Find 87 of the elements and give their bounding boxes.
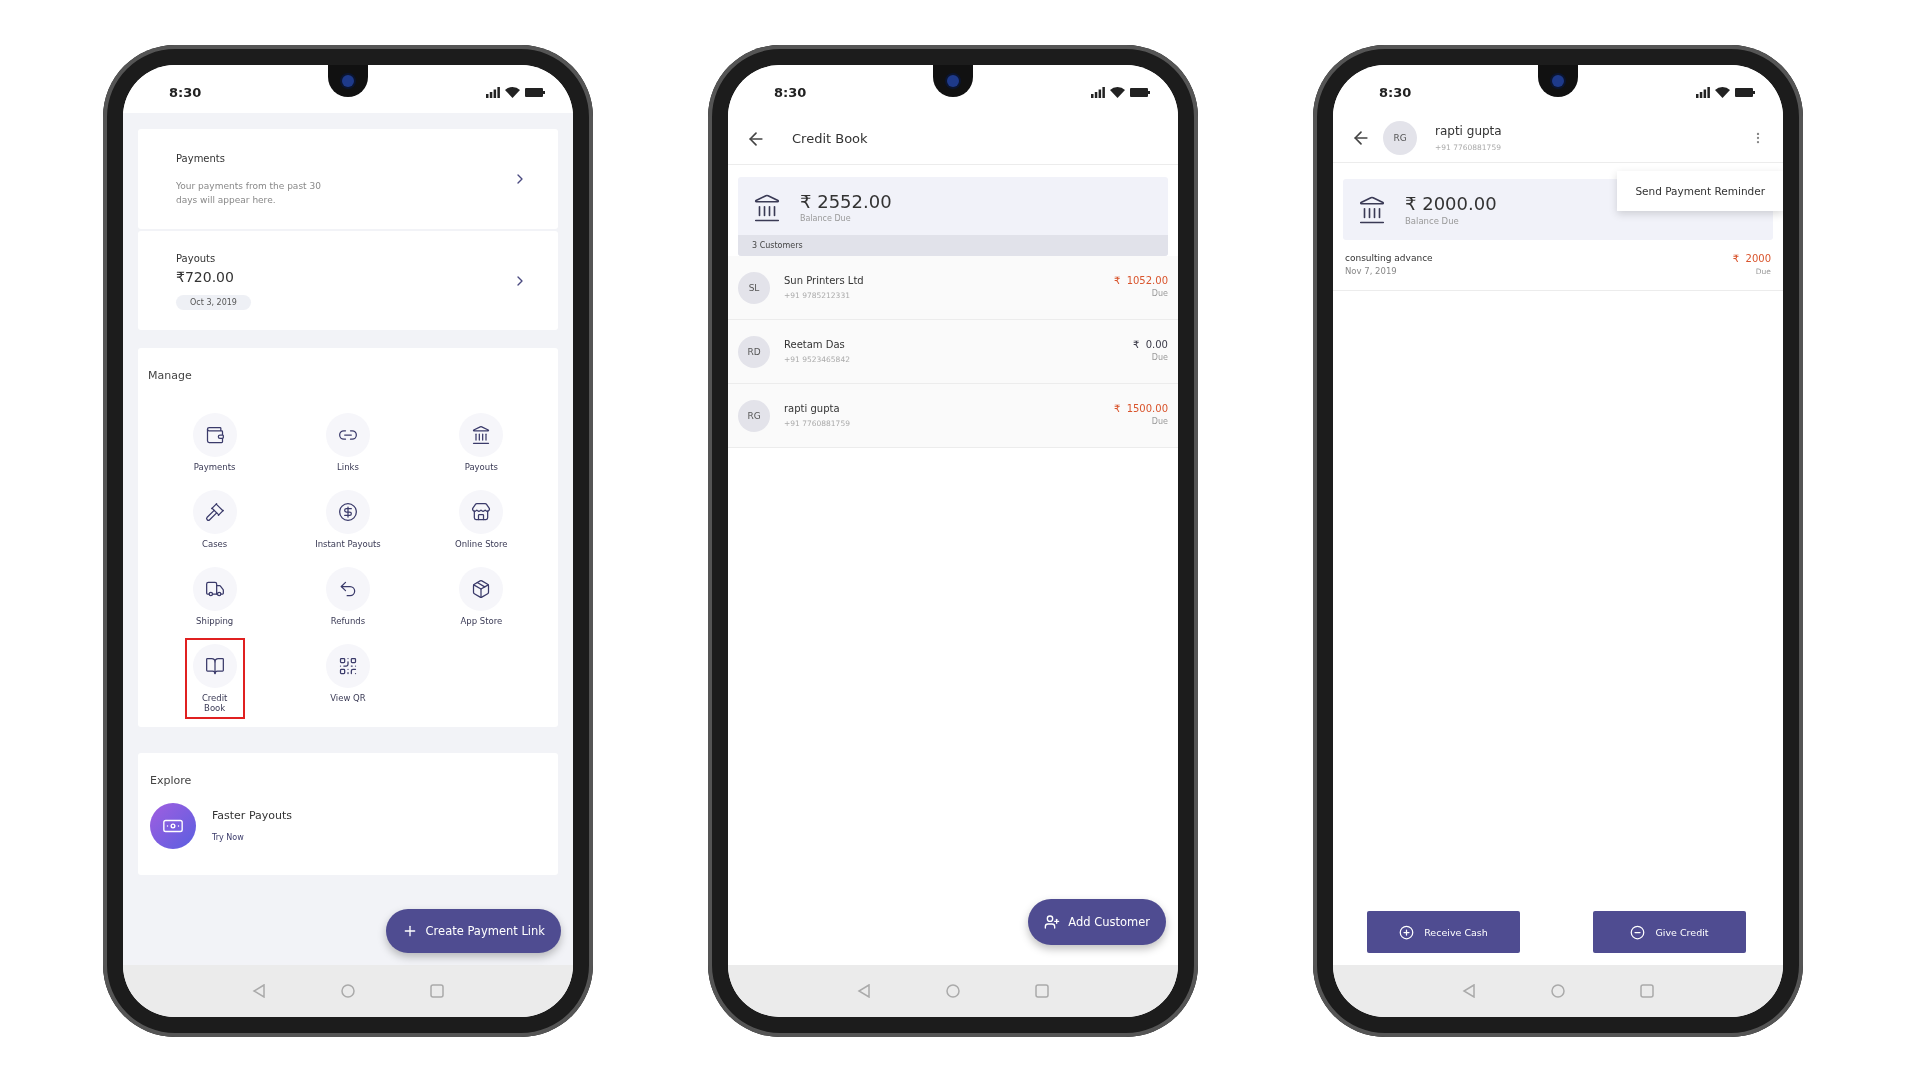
- due-amount: ₹ 1500.00: [1113, 403, 1168, 414]
- status-time: 8:30: [774, 84, 807, 100]
- battery-icon: [1735, 87, 1755, 97]
- recents-nav-icon[interactable]: [1035, 984, 1049, 998]
- due-amount: ₹ 1052.00: [1113, 275, 1168, 286]
- feature-title: Faster Payouts: [212, 807, 293, 824]
- payout-amount: ₹720.00: [176, 268, 235, 287]
- give-credit-button[interactable]: Give Credit: [1593, 911, 1746, 953]
- camera-icon: [1552, 75, 1564, 87]
- manage-tile[interactable]: Credit Book: [184, 637, 245, 719]
- avatar-initials: RG: [1383, 120, 1417, 155]
- add-user-icon: [1044, 914, 1061, 930]
- manage-tile[interactable]: Links: [298, 406, 398, 478]
- receive-cash-button[interactable]: Receive Cash: [1367, 911, 1520, 953]
- camera-icon: [342, 75, 354, 87]
- add-customer-button[interactable]: Add Customer: [1028, 899, 1166, 945]
- qr-code-icon: [338, 655, 358, 676]
- customer-name: rapti gupta: [1435, 122, 1503, 140]
- bank-icon: [752, 193, 782, 223]
- battery-icon: [1130, 87, 1150, 97]
- manage-tile[interactable]: Refunds: [298, 560, 398, 632]
- customer-name: rapti gupta: [784, 402, 841, 417]
- status-time: 8:30: [1379, 84, 1412, 100]
- manage-tile[interactable]: Online Store: [431, 483, 532, 555]
- date-chip: Oct 3, 2019: [176, 295, 251, 310]
- manage-tile[interactable]: Instant Payouts: [298, 483, 398, 555]
- back-nav-icon[interactable]: [857, 984, 871, 998]
- menu-item[interactable]: Send Payment Reminder: [1635, 185, 1765, 197]
- manage-tile[interactable]: App Store: [431, 560, 532, 632]
- bank-icon: [471, 424, 492, 445]
- card-title: Payouts: [176, 252, 217, 266]
- signal-icon: [1091, 86, 1105, 98]
- minus-circle-icon: [1630, 924, 1646, 940]
- recents-nav-icon[interactable]: [1640, 984, 1654, 998]
- home-nav-icon[interactable]: [341, 984, 355, 998]
- card-text: Your payments from the past 30 days will appear here.: [176, 180, 322, 207]
- create-payment-link-button[interactable]: Create Payment Link: [385, 909, 561, 953]
- recents-nav-icon[interactable]: [430, 984, 444, 998]
- manage-tile[interactable]: Shipping: [164, 560, 265, 632]
- due-amount: ₹ 0.00: [1133, 339, 1168, 350]
- signal-icon: [486, 86, 500, 98]
- plus-circle-icon: [1399, 924, 1415, 940]
- try-now-link[interactable]: Try Now: [212, 832, 293, 845]
- manage-tile[interactable]: Cases: [164, 483, 265, 555]
- avatar-initials: RG: [738, 399, 770, 432]
- store-icon: [471, 501, 492, 522]
- due-label: Due: [1151, 352, 1168, 364]
- manage-tile[interactable]: Payouts: [431, 406, 532, 478]
- back-nav-icon[interactable]: [252, 984, 266, 998]
- customer-name: Sun Printers Ltd: [784, 274, 865, 289]
- status-time: 8:30: [169, 84, 202, 100]
- card-title: Payments: [176, 152, 226, 166]
- customer-count: 3 Customers: [738, 235, 1168, 256]
- battery-icon: [525, 87, 545, 97]
- book-icon: [204, 655, 225, 676]
- balance-amount: ₹ 2552.00: [800, 191, 892, 212]
- wifi-icon: [1715, 86, 1730, 98]
- manage-tile[interactable]: Payments: [164, 406, 265, 478]
- payouts-card[interactable]: Payouts ₹720.00 Oct 3, 2019: [138, 231, 558, 330]
- home-nav-icon[interactable]: [946, 984, 960, 998]
- manage-tile[interactable]: View QR: [298, 637, 398, 719]
- section-title: Explore: [150, 772, 193, 789]
- package-icon: [471, 578, 492, 599]
- home-nav-icon[interactable]: [1551, 984, 1565, 998]
- payments-card[interactable]: Payments Your payments from the past 30 days will appear here.: [138, 129, 558, 229]
- avatar-initials: SL: [738, 271, 770, 304]
- balance-amount: ₹ 2000.00: [1405, 193, 1497, 214]
- screen-title: Credit Book: [792, 131, 868, 146]
- balance-label: Balance Due: [1405, 215, 1460, 228]
- camera-icon: [947, 75, 959, 87]
- coin-icon: [338, 501, 358, 522]
- back-nav-icon[interactable]: [1462, 984, 1476, 998]
- gavel-icon: [204, 501, 225, 522]
- customer-name: Reetam Das: [784, 338, 846, 353]
- avatar-initials: RD: [738, 335, 770, 368]
- wallet-icon: [204, 424, 225, 445]
- due-label: Due: [1151, 416, 1168, 428]
- due-label: Due: [1151, 288, 1168, 300]
- section-title: Manage: [148, 368, 193, 384]
- balance-label: Balance Due: [800, 213, 852, 225]
- transaction-date: Nov 7, 2019: [1345, 265, 1398, 278]
- signal-icon: [1696, 86, 1710, 98]
- wifi-icon: [1110, 86, 1125, 98]
- wifi-icon: [505, 86, 520, 98]
- transaction-title: consulting advance: [1345, 251, 1433, 265]
- due-amount: ₹ 2000: [1732, 252, 1771, 264]
- bank-icon: [1357, 195, 1387, 226]
